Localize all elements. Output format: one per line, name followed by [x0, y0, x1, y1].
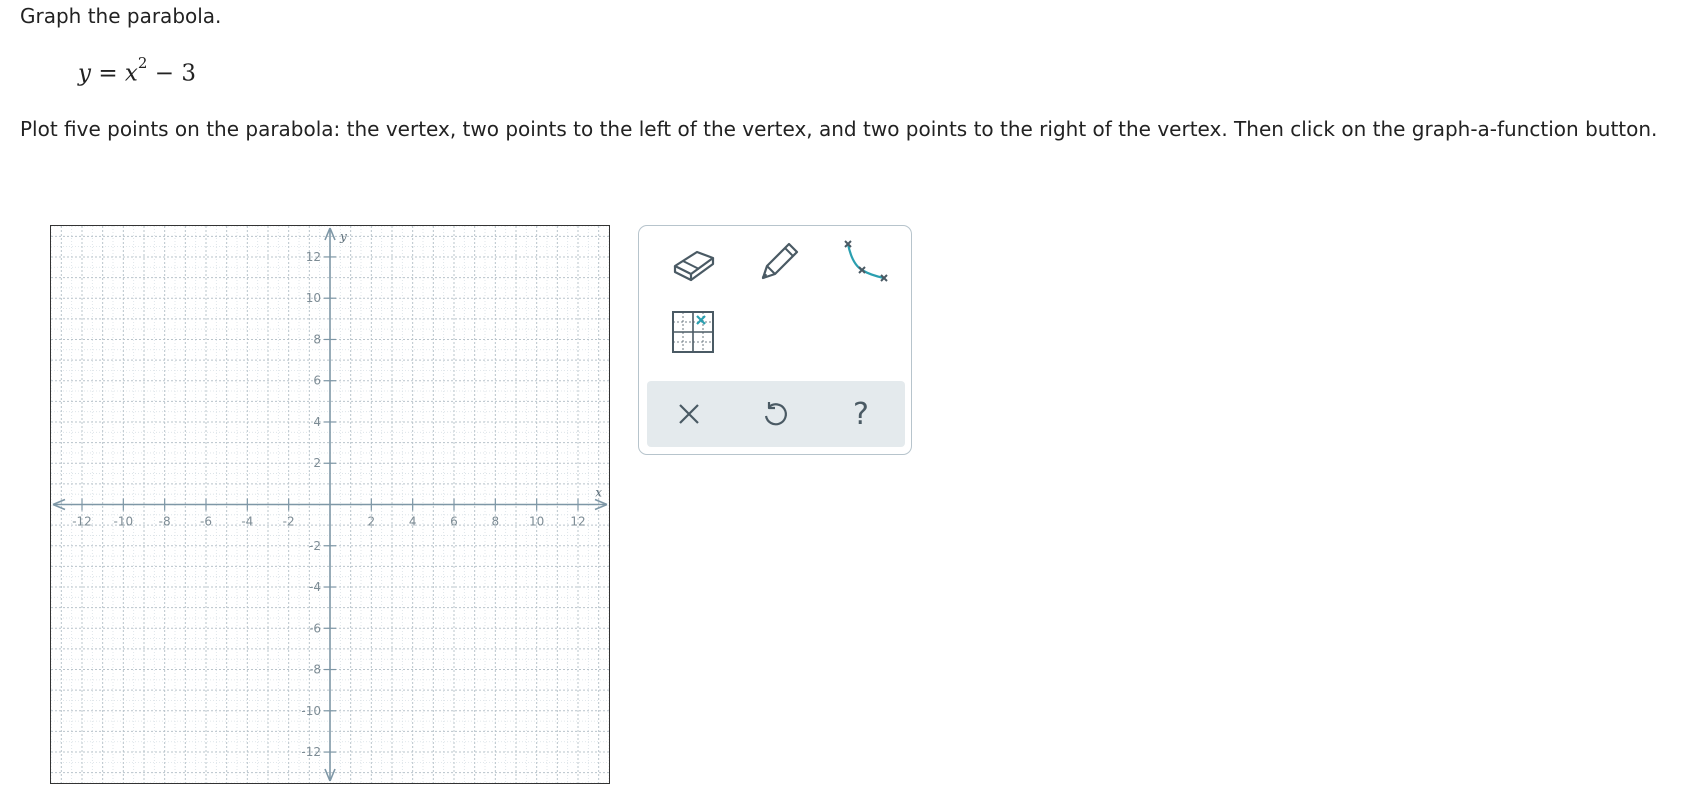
pencil-icon	[761, 242, 799, 280]
action-strip: ?	[647, 381, 905, 447]
clear-button[interactable]	[661, 389, 717, 439]
y-tick-label: 2	[313, 456, 321, 470]
y-tick-label: 10	[306, 291, 321, 305]
equation-equals: =	[98, 60, 118, 87]
graph-canvas[interactable]: x y -12 -10 -8 -6 -4 -2 2 4 6 8 10 12 12 10 8 6 4 2 -2 -4 -6 -8…	[51, 226, 609, 783]
graph-a-function-button[interactable]	[837, 236, 893, 288]
help-icon: ?	[853, 397, 869, 431]
graph-toolbox: ?	[638, 225, 912, 455]
x-tick-label: -4	[241, 515, 253, 529]
y-axis-label: y	[339, 229, 347, 243]
x-tick-label: 2	[368, 515, 376, 529]
y-tick-label: -6	[309, 621, 321, 635]
y-tick-label: -4	[309, 580, 321, 594]
y-tick-label: 4	[313, 415, 321, 429]
x-tick-label: 8	[492, 515, 500, 529]
problem-prompt: Graph the parabola.	[20, 4, 222, 28]
x-tick-label: 10	[529, 515, 544, 529]
x-tick-label: -10	[114, 515, 134, 529]
x-tick-label: 4	[409, 515, 417, 529]
equation-var: x	[124, 60, 138, 87]
equation-lhs: y	[78, 60, 91, 87]
eraser-tool-button[interactable]	[665, 236, 721, 288]
help-button[interactable]: ?	[833, 389, 889, 439]
y-tick-label: -2	[309, 539, 321, 553]
graph-a-function-icon	[844, 240, 888, 282]
equation: y = x2 − 3	[78, 54, 196, 87]
y-tick-label: -12	[301, 745, 321, 759]
plot-point-grid-icon	[672, 311, 714, 353]
close-icon	[679, 404, 699, 424]
plot-point-tool-button[interactable]	[665, 306, 721, 358]
pencil-tool-button[interactable]	[751, 236, 807, 288]
undo-icon	[764, 402, 787, 426]
instructions: Plot five points on the parabola: the ve…	[20, 117, 1658, 141]
y-tick-label: -8	[309, 663, 321, 677]
y-tick-label: 8	[313, 332, 321, 346]
y-tick-label: 6	[313, 374, 321, 388]
y-tick-label: 12	[306, 250, 321, 264]
y-tick-label: -10	[301, 704, 321, 718]
x-tick-label: 6	[450, 515, 458, 529]
help-glyph: ?	[853, 397, 869, 431]
x-tick-label: -6	[200, 515, 212, 529]
x-tick-label: -2	[283, 515, 295, 529]
x-tick-label: 12	[570, 515, 585, 529]
equation-rest: − 3	[154, 60, 196, 87]
eraser-icon	[673, 250, 715, 282]
equation-exponent: 2	[137, 54, 148, 72]
x-tick-label: -8	[159, 515, 171, 529]
coordinate-graph[interactable]: x y -12 -10 -8 -6 -4 -2 2 4 6 8 10 12 12 10 8 6 4 2 -2 -4 -6 -8…	[50, 225, 610, 784]
x-axis-label: x	[595, 486, 602, 500]
x-tick-label: -12	[72, 515, 92, 529]
undo-button[interactable]	[747, 389, 803, 439]
